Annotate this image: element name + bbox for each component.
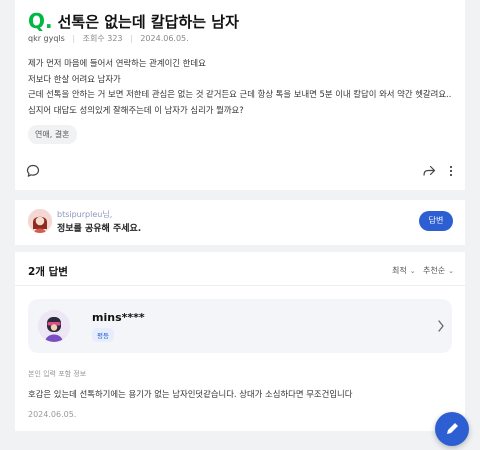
question-body-line: 제가 먼저 마음에 들어서 연락하는 관계이긴 한데요 [28, 58, 206, 68]
question-card: Q. 선톡은 없는데 칼답하는 남자 qkr gyqls | 조회수 323 |… [15, 0, 465, 190]
comment-icon[interactable] [26, 164, 40, 178]
avatar [38, 310, 70, 342]
chevron-down-icon: ⌄ [409, 266, 416, 275]
question-mark-icon: Q. [28, 9, 53, 33]
sort-latest-label: 최적 [392, 266, 407, 275]
write-answer-button[interactable]: 답변 [419, 211, 453, 231]
view-count: 조회수 323 [82, 34, 123, 43]
divider [15, 285, 465, 286]
answerer-name: mins**** [92, 311, 145, 324]
question-body: 제가 먼저 마음에 들어서 연락하는 관계이긴 한데요 저보다 한살 어려요 남… [28, 56, 451, 118]
question-body-line: 저보다 한살 어려요 남자가 [28, 73, 121, 84]
answers-card: 2개 답변 최적 ⌄ 추천순 ⌄ mins**** 평등 본인 입력 포함 정보… [15, 252, 465, 431]
source-note: 본인 입력 포함 정보 [28, 370, 87, 378]
chevron-down-icon: ⌄ [448, 266, 454, 275]
chevron-right-icon [438, 320, 444, 332]
sort-latest-dropdown[interactable]: 최적 ⌄ [392, 265, 416, 276]
question-title: Q. 선톡은 없는데 칼답하는 남자 [28, 9, 239, 33]
answer-prompt-text: 정보를 공유해 주세요. [57, 224, 142, 234]
avatar [28, 209, 52, 233]
answer-prompt-card: btsipurpleu님, 정보를 공유해 주세요. 답변 [15, 200, 465, 245]
grade-badge: 평등 [92, 328, 114, 342]
question-body-line: 심지어 대답도 성의있게 잘해주는데 이 남자가 심리가 뭘까요? [28, 104, 244, 115]
answerer-avatar-icon [38, 310, 70, 342]
write-fab-button[interactable] [435, 412, 469, 446]
question-date: 2024.06.05. [140, 34, 189, 43]
answerer-profile[interactable]: mins**** 평등 [28, 299, 452, 353]
current-user-name: btsipurpleu님, [57, 210, 113, 219]
pencil-icon [447, 423, 458, 434]
question-meta: qkr gyqls | 조회수 323 | 2024.06.05. [28, 34, 189, 43]
question-title-text: 선톡은 없는데 칼답하는 남자 [57, 12, 239, 31]
category-tag[interactable]: 연애, 결혼 [28, 125, 77, 144]
answer-body: 호감은 있는데 선톡하기에는 용기가 없는 남자인덧같습니다. 상대가 소심하다… [28, 389, 353, 399]
sort-recommend-label: 추천순 [423, 266, 446, 275]
sort-recommend-dropdown[interactable]: 추천순 ⌄ [423, 265, 454, 276]
user-avatar-icon [28, 209, 52, 233]
answer-count: 2개 답변 [28, 266, 68, 278]
share-icon[interactable] [422, 164, 436, 178]
author-name[interactable]: qkr gyqls [28, 34, 65, 43]
answer-date: 2024.06.05. [28, 410, 77, 419]
more-icon[interactable] [447, 164, 455, 178]
question-body-line: 근데 선톡을 안하는 거 보면 저한테 관심은 없는 것 같거든요 근데 항상 … [28, 89, 452, 99]
